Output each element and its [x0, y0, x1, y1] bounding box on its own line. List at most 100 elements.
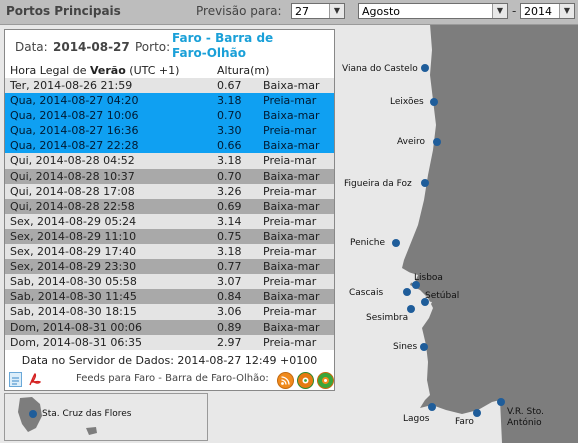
port-label-lagos[interactable]: Lagos — [403, 414, 429, 424]
tide-time: Qua, 2014-08-27 04:20 — [10, 94, 139, 108]
port-marker-faro[interactable] — [473, 409, 481, 417]
date-label: Data: — [15, 40, 48, 54]
tide-height: 3.06 — [217, 305, 242, 319]
tide-row: Ter, 2014-08-26 21:59 0.67 Baixa-mar — [5, 78, 334, 94]
tide-height: 3.18 — [217, 154, 242, 168]
table-header: Hora Legal de Verão (UTC +1) Altura(m) — [5, 64, 334, 78]
tide-row: Sab, 2014-08-30 18:15 3.06 Preia-mar — [5, 304, 334, 320]
port-label: Porto: — [135, 40, 171, 54]
time-header-text: Hora Legal de — [10, 64, 87, 77]
tide-time: Qui, 2014-08-28 10:37 — [10, 169, 135, 183]
top-bar: Portos Principais Previsão para: 27 ▼ Ag… — [0, 0, 578, 25]
tide-type: Preia-mar — [263, 335, 317, 349]
port-label-aveiro[interactable]: Aveiro — [397, 137, 425, 147]
tide-type: Baixa-mar — [263, 139, 320, 153]
tide-type: Preia-mar — [263, 275, 317, 289]
port-name-line1: Faro - Barra de — [172, 31, 274, 45]
port-label-faro[interactable]: Faro — [455, 417, 474, 427]
chevron-down-icon[interactable]: ▼ — [559, 4, 574, 18]
port-label-leixoes[interactable]: Leixões — [390, 97, 424, 107]
tide-height: 3.30 — [217, 124, 242, 138]
tide-row: Sex, 2014-08-29 05:24 3.14 Preia-mar — [5, 213, 334, 229]
panel-footer: Feeds para Faro - Barra de Faro-Olhão: — [5, 369, 334, 390]
port-label-setubal[interactable]: Setúbal — [425, 291, 459, 301]
port-label-lisboa[interactable]: Lisboa — [414, 273, 443, 283]
port-label-sines[interactable]: Sines — [393, 342, 417, 352]
tide-height: 3.14 — [217, 214, 242, 228]
tide-row: Sab, 2014-08-30 05:58 3.07 Preia-mar — [5, 274, 334, 290]
port-marker-cascais[interactable] — [403, 288, 411, 296]
port-label-figueira[interactable]: Figueira da Foz — [344, 179, 412, 189]
tide-height: 3.18 — [217, 94, 242, 108]
tide-type: Baixa-mar — [263, 290, 320, 304]
tide-row: Sab, 2014-08-30 11:45 0.84 Baixa-mar — [5, 289, 334, 305]
port-marker-vrsa[interactable] — [497, 398, 505, 406]
tide-height: 0.66 — [217, 139, 242, 153]
tide-row: Qui, 2014-08-28 17:08 3.26 Preia-mar — [5, 183, 334, 199]
port-label-cascais[interactable]: Cascais — [349, 288, 383, 298]
tide-type: Preia-mar — [263, 154, 317, 168]
port-name-line2: Faro-Olhão — [172, 46, 246, 60]
port-label-viana[interactable]: Viana do Castelo — [342, 64, 418, 74]
tide-row: Qui, 2014-08-28 22:58 0.69 Baixa-mar — [5, 198, 334, 214]
tide-row: Dom, 2014-08-31 00:06 0.89 Baixa-mar — [5, 319, 334, 335]
port-marker-aveiro[interactable] — [433, 138, 441, 146]
port-marker-viana[interactable] — [421, 64, 429, 72]
tide-time: Sex, 2014-08-29 23:30 — [10, 260, 137, 274]
time-header-bold: Verão — [90, 64, 126, 77]
forecast-label: Previsão para: — [196, 4, 282, 18]
tide-time: Sab, 2014-08-30 11:45 — [10, 290, 137, 304]
tide-time: Qui, 2014-08-28 17:08 — [10, 184, 135, 198]
tide-row: Qui, 2014-08-28 10:37 0.70 Baixa-mar — [5, 168, 334, 184]
port-marker-leixoes[interactable] — [430, 98, 438, 106]
month-select[interactable]: Agosto ▼ — [358, 3, 508, 19]
day-value: 27 — [295, 5, 309, 18]
time-header-tz: (UTC +1) — [129, 64, 180, 77]
port-marker-peniche[interactable] — [392, 239, 400, 247]
tide-time: Qui, 2014-08-28 04:52 — [10, 154, 135, 168]
port-marker-lagos[interactable] — [428, 403, 436, 411]
pdf-icon[interactable] — [28, 372, 42, 387]
port-label-vrsa-line1[interactable]: V.R. Sto. — [507, 407, 544, 417]
tide-height: 2.97 — [217, 335, 242, 349]
rss-feed-icon[interactable] — [297, 372, 314, 389]
tide-height: 3.07 — [217, 275, 242, 289]
day-select[interactable]: 27 ▼ — [291, 3, 345, 19]
document-icon[interactable] — [9, 372, 22, 387]
column-header-height: Altura(m) — [217, 64, 270, 77]
port-marker-sesimbra[interactable] — [407, 305, 415, 313]
rss-feed-icon[interactable] — [317, 372, 334, 389]
tide-row: Sex, 2014-08-29 23:30 0.77 Baixa-mar — [5, 259, 334, 275]
tide-type: Preia-mar — [263, 214, 317, 228]
year-value: 2014 — [524, 5, 552, 18]
tide-time: Dom, 2014-08-31 06:35 — [10, 335, 143, 349]
tide-table-panel: Data: 2014-08-27 Porto: Faro - Barra de … — [4, 29, 335, 391]
tide-height: 3.18 — [217, 245, 242, 259]
chevron-down-icon[interactable]: ▼ — [492, 4, 507, 18]
port-label-peniche[interactable]: Peniche — [350, 238, 385, 248]
port-marker-sines[interactable] — [420, 343, 428, 351]
port-label-flores[interactable]: Sta. Cruz das Flores — [42, 409, 131, 419]
tide-height: 0.75 — [217, 229, 242, 243]
tide-time: Ter, 2014-08-26 21:59 — [10, 79, 133, 92]
tide-height: 0.89 — [217, 320, 242, 334]
year-select[interactable]: 2014 ▼ — [520, 3, 575, 19]
tide-type: Preia-mar — [263, 305, 317, 319]
section-title: Portos Principais — [6, 4, 121, 18]
feeds-label: Feeds para Faro - Barra de Faro-Olhão: — [76, 373, 269, 384]
port-label-sesimbra[interactable]: Sesimbra — [366, 313, 408, 323]
tide-time: Qui, 2014-08-28 22:58 — [10, 199, 135, 213]
tide-row: Qui, 2014-08-28 04:52 3.18 Preia-mar — [5, 153, 334, 169]
tide-height: 0.67 — [217, 79, 242, 92]
tide-height: 0.70 — [217, 169, 242, 183]
tide-type: Baixa-mar — [263, 199, 320, 213]
tide-type: Baixa-mar — [263, 260, 320, 274]
tide-type: Baixa-mar — [263, 229, 320, 243]
server-timestamp: Data no Servidor de Dados: 2014-08-27 12… — [21, 354, 318, 367]
port-marker-figueira[interactable] — [421, 179, 429, 187]
rss-feed-icon[interactable] — [277, 372, 294, 389]
port-marker-flores[interactable] — [29, 410, 37, 418]
port-label-vrsa-line2[interactable]: António — [507, 418, 542, 428]
tide-row: Dom, 2014-08-31 06:35 2.97 Preia-mar — [5, 334, 334, 350]
chevron-down-icon[interactable]: ▼ — [329, 4, 344, 18]
